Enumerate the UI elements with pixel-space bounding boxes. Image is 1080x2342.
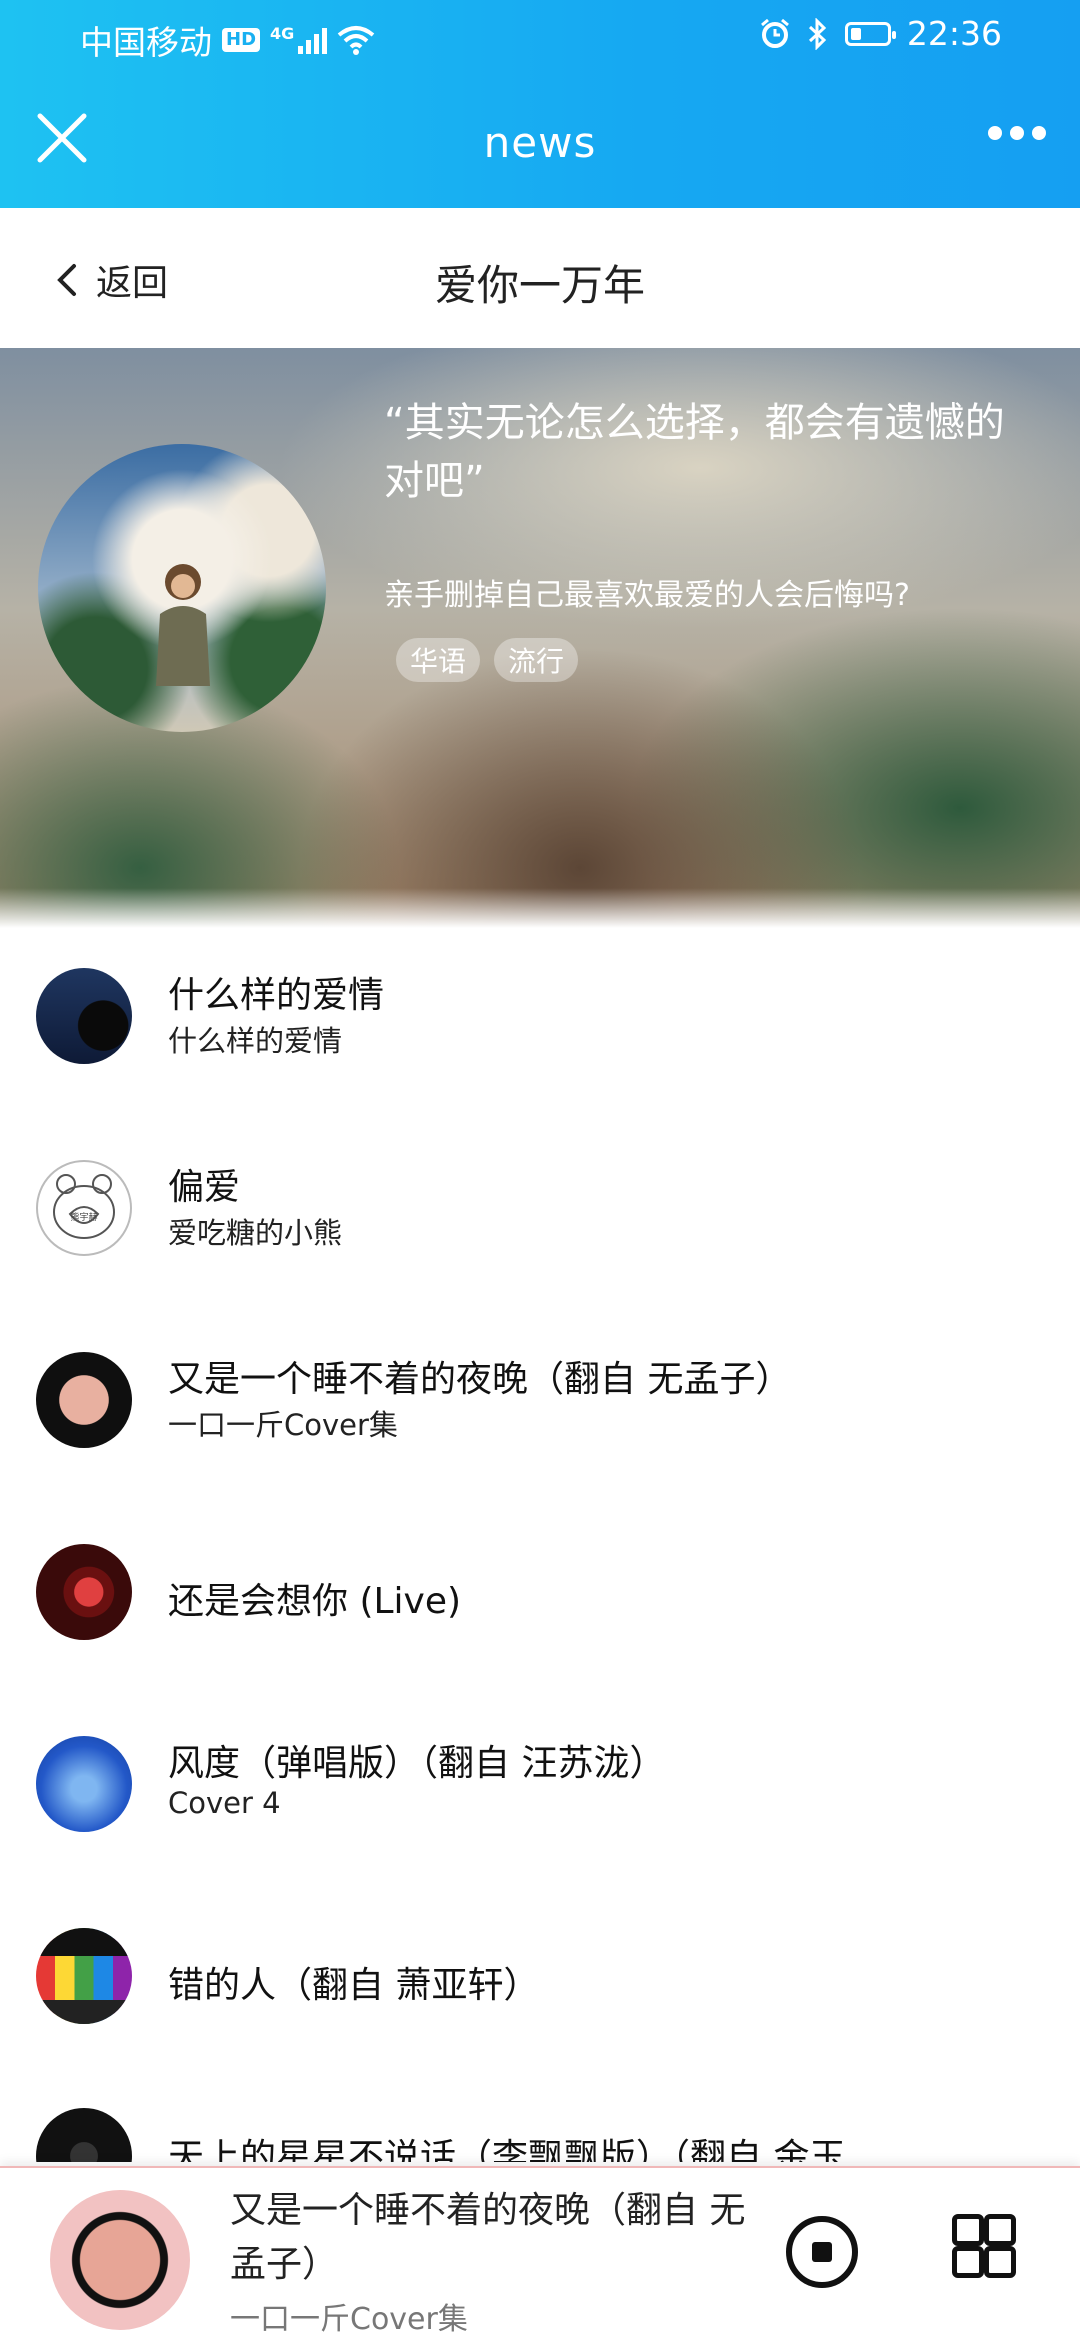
song-row[interactable]: 错的人（翻自 萧亚轩） [0,1890,1080,2082]
song-artist: 什么样的爱情 [168,1024,343,1058]
tag-group: 华语 流行 [396,638,579,682]
song-artist: 爱吃糖的小熊 [168,1216,343,1250]
song-row[interactable]: 天上的星星不说话（李飘飘版）（翻自 金玉 [0,2082,1080,2162]
carrier-label: 中国移动 [80,23,212,62]
alarm-icon [760,18,789,48]
nav-row: news [0,90,1080,200]
song-title: 还是会想你 (Live) [168,1581,462,1622]
song-cover [36,1544,132,1640]
battery-icon [844,21,896,46]
song-artist: 一口一斤Cover集 [168,1408,398,1442]
song-title: 风度（弹唱版）（翻自 汪苏泷） [168,1743,666,1784]
more-icon[interactable] [988,126,1046,140]
song-cover: 熊宇赫 [36,1160,132,1256]
song-cover [36,968,132,1064]
mini-player[interactable]: 又是一个睡不着的夜晚（翻自 无孟子） 一口一斤Cover集 [0,2166,1080,2342]
svg-text:熊宇赫: 熊宇赫 [70,1211,97,1223]
song-cover [36,2108,132,2162]
tag-chip[interactable]: 流行 [494,638,579,682]
song-title: 什么样的爱情 [168,975,385,1016]
song-cover [36,1928,132,2024]
hd-badge: HD [222,28,261,52]
playlist-quote: “其实无论怎么选择，都会有遗憾的对吧” [384,400,1005,504]
signal-icon [298,26,328,54]
app-bar: 中国移动 HD 4G 22:36 news [0,0,1080,208]
wifi-icon [338,26,375,55]
song-title: 又是一个睡不着的夜晚（翻自 无孟子） [168,1359,792,1400]
song-cover [36,1736,132,1832]
now-playing-title: 又是一个睡不着的夜晚（翻自 无孟子） [230,2190,746,2285]
song-row[interactable]: 什么样的爱情 什么样的爱情 [0,930,1080,1122]
network-label: 4G [270,23,295,43]
playlist-description: 亲手删掉自己最喜欢最爱的人会后悔吗? [384,578,910,613]
status-bar: 中国移动 HD 4G 22:36 [0,0,1080,72]
song-row[interactable]: 风度（弹唱版）（翻自 汪苏泷） Cover 4 [0,1698,1080,1890]
stop-button[interactable] [786,2216,858,2288]
sub-header: 返回 爱你一万年 [0,208,1080,348]
clock: 22:36 [906,14,1002,53]
now-playing-artist: 一口一斤Cover集 [230,2302,468,2337]
song-row[interactable]: 还是会想你 (Live) [0,1506,1080,1698]
now-playing-cover[interactable] [50,2190,190,2330]
bluetooth-icon [808,17,827,50]
song-title: 错的人（翻自 萧亚轩） [168,1965,540,2006]
song-cover [36,1352,132,1448]
playlist-title: 爱你一万年 [434,261,645,310]
bear-icon: 熊宇赫 [53,1174,115,1239]
page-title: news [483,118,597,167]
song-list: 什么样的爱情 什么样的爱情 熊宇赫 偏爱 爱吃糖的小熊 又是一个睡不着的夜晚（翻… [0,930,1080,2162]
playlist-grid-button[interactable] [952,2214,1016,2278]
stop-icon [812,2242,832,2262]
tag-chip[interactable]: 华语 [396,638,481,682]
playlist-cover[interactable] [38,444,326,732]
song-row[interactable]: 熊宇赫 偏爱 爱吃糖的小熊 [0,1122,1080,1314]
song-title: 偏爱 [168,1167,241,1208]
song-row[interactable]: 又是一个睡不着的夜晚（翻自 无孟子） 一口一斤Cover集 [0,1314,1080,1506]
song-artist: Cover 4 [168,1786,281,1820]
song-title: 天上的星星不说话（李飘飘版）（翻自 金玉 [168,2137,846,2162]
playlist-banner: “其实无论怎么选择，都会有遗憾的对吧” 亲手删掉自己最喜欢最爱的人会后悔吗? 华… [0,348,1080,928]
cover-figure [156,564,210,686]
